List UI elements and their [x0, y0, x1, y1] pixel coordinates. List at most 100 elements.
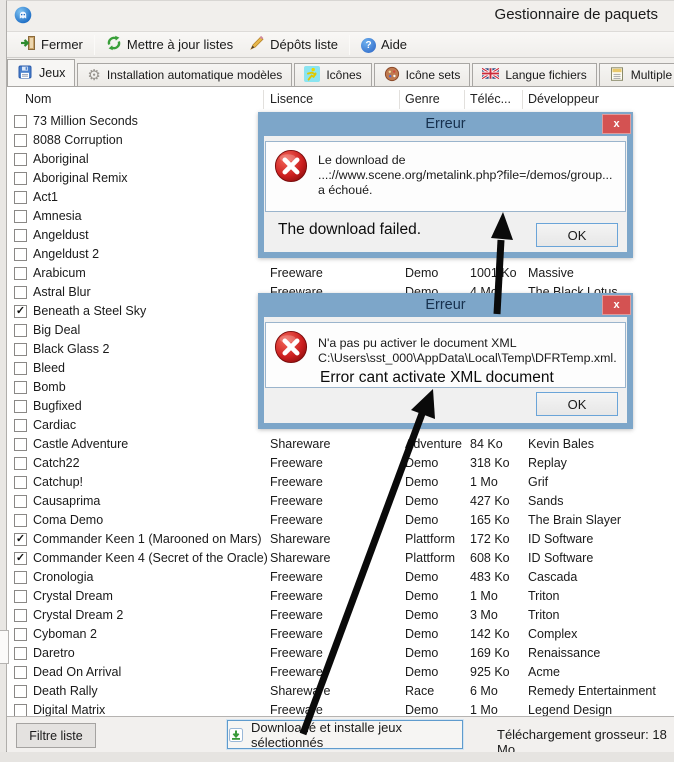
table-row[interactable]: Catchup! Freeware Demo 1 Mo Grif	[7, 473, 674, 492]
row-checkbox[interactable]	[14, 494, 27, 508]
row-checkbox[interactable]: ✓	[14, 532, 27, 546]
table-row[interactable]: Cronologia Freeware Demo 483 Ko Cascada	[7, 568, 674, 587]
row-checkbox[interactable]	[14, 646, 27, 660]
game-name: Commander Keen 4 (Secret of the Oracle)	[33, 551, 268, 565]
tab-ic-ne-sets[interactable]: Icône sets	[373, 63, 471, 86]
game-license: Freeware	[270, 266, 323, 280]
column-header-genre[interactable]: Genre	[405, 92, 440, 106]
header-separator	[464, 90, 465, 109]
toolbar-button-aide[interactable]: ? Aide	[353, 34, 415, 55]
game-name: Arabicum	[33, 266, 86, 280]
row-checkbox[interactable]	[14, 171, 27, 185]
row-checkbox[interactable]	[14, 114, 27, 128]
header-separator	[399, 90, 400, 109]
row-checkbox[interactable]	[14, 608, 27, 622]
row-checkbox[interactable]	[14, 589, 27, 603]
row-checkbox[interactable]	[14, 266, 27, 280]
game-name: Crystal Dream 2	[33, 608, 124, 622]
row-checkbox[interactable]	[14, 380, 27, 394]
dialog-titlebar[interactable]: Erreur	[264, 112, 627, 136]
ok-button[interactable]: OK	[536, 392, 618, 416]
tab-jeux[interactable]: Jeux	[7, 59, 76, 86]
toolbar-button-fermer[interactable]: Fermer	[12, 33, 91, 56]
close-icon[interactable]: x	[602, 295, 631, 315]
table-row[interactable]: Digital Matrix Freeware Demo 1 Mo Legend Des…	[7, 701, 674, 716]
table-row[interactable]: Castle Adventure Shareware Adventure 84 Ko K…	[7, 435, 674, 454]
game-developer: Cascada	[528, 570, 578, 584]
game-license: Freeware	[270, 570, 323, 584]
toolbar-separator	[349, 34, 351, 55]
column-header-lisence[interactable]: Lisence	[270, 92, 313, 106]
table-row[interactable]: Causaprima Freeware Demo 427 Ko Sands	[7, 492, 674, 511]
table-row[interactable]: Coma Demo Freeware Demo 165 Ko The Brain Sla…	[7, 511, 674, 530]
column-header-telechargement[interactable]: Téléc...	[470, 92, 511, 106]
row-checkbox[interactable]: ✓	[14, 551, 27, 565]
table-row[interactable]: Cyboman 2 Freeware Demo 142 Ko Complex	[7, 625, 674, 644]
tab-installation-automatique-mod-les[interactable]: ⚙ Installation automatique modèles	[77, 63, 293, 86]
game-developer: Grif	[528, 475, 549, 489]
row-checkbox[interactable]	[14, 209, 27, 223]
game-size: 6 Mo	[470, 684, 498, 698]
row-checkbox[interactable]	[14, 475, 27, 489]
game-name: Crystal Dream	[33, 589, 113, 603]
game-license: Shareware	[270, 437, 331, 451]
row-checkbox[interactable]	[14, 703, 27, 716]
row-checkbox[interactable]	[14, 342, 27, 356]
row-checkbox[interactable]	[14, 437, 27, 451]
row-checkbox[interactable]	[14, 323, 27, 337]
error-icon	[274, 149, 308, 183]
dialog-titlebar[interactable]: Erreur	[264, 293, 627, 317]
row-checkbox[interactable]	[14, 228, 27, 242]
row-checkbox[interactable]	[14, 399, 27, 413]
background-window-artifact	[0, 630, 9, 664]
table-row[interactable]: Arabicum Freeware Demo 1001 Ko Massive	[7, 264, 674, 283]
close-icon[interactable]: x	[602, 114, 631, 134]
download-install-button[interactable]: Downloadé et installe jeux sélectionnés	[226, 719, 464, 750]
toolbar-button-mettre-jour-listes[interactable]: Mettre à jour listes	[98, 33, 241, 56]
table-row[interactable]: ✓ Commander Keen 1 (Marooned on Mars) Shar…	[7, 530, 674, 549]
tab-langue-fichiers[interactable]: Langue fichiers	[472, 63, 597, 86]
uk-flag-icon	[481, 67, 501, 82]
row-checkbox[interactable]	[14, 133, 27, 147]
package-manager-window: Gestionnaire de paquets Fermer Mettre à j…	[0, 0, 674, 762]
game-genre: Demo	[405, 570, 439, 584]
row-checkbox[interactable]	[14, 418, 27, 432]
table-row[interactable]: Crystal Dream 2 Freeware Demo 3 Mo Triton	[7, 606, 674, 625]
translation-annotation: Error cant activate XML document	[320, 369, 554, 386]
row-checkbox[interactable]	[14, 247, 27, 261]
filter-list-button[interactable]: Filtre liste	[16, 723, 96, 748]
row-checkbox[interactable]	[14, 361, 27, 375]
game-size: 172 Ko	[470, 532, 510, 546]
table-row[interactable]: Catch22 Freeware Demo 318 Ko Replay	[7, 454, 674, 473]
tab-multiple-jeux-paqu[interactable]: Multiple jeux paqu	[598, 63, 674, 86]
row-checkbox[interactable]	[14, 456, 27, 470]
runner-icon	[304, 65, 321, 85]
table-row[interactable]: Daretro Freeware Demo 169 Ko Renaissance	[7, 644, 674, 663]
table-row[interactable]: Death Rally Shareware Race 6 Mo Remedy Enter…	[7, 682, 674, 701]
column-header-nom[interactable]: Nom	[25, 92, 51, 106]
row-checkbox[interactable]	[14, 665, 27, 679]
game-size: 427 Ko	[470, 494, 510, 508]
game-developer: Kevin Bales	[528, 437, 595, 451]
ok-button[interactable]: OK	[536, 223, 618, 247]
error-message: Le download de ...://www.scene.org/metal…	[318, 153, 613, 197]
table-row[interactable]: ✓ Commander Keen 4 (Secret of the Oracle)…	[7, 549, 674, 568]
table-row[interactable]: Crystal Dream Freeware Demo 1 Mo Triton	[7, 587, 674, 606]
error-icon	[274, 330, 308, 364]
row-checkbox[interactable]	[14, 570, 27, 584]
translation-annotation: The download failed.	[278, 221, 422, 238]
window-bottom-edge	[0, 752, 674, 762]
tab-ic-nes[interactable]: Icônes	[294, 63, 372, 86]
row-checkbox[interactable]	[14, 513, 27, 527]
window-titlebar[interactable]: Gestionnaire de paquets	[6, 0, 674, 30]
row-checkbox[interactable]	[14, 684, 27, 698]
toolbar-button-d-p-ts-liste[interactable]: Dépôts liste	[241, 33, 346, 56]
table-row[interactable]: Dead On Arrival Freeware Demo 925 Ko Acme	[7, 663, 674, 682]
row-checkbox[interactable]	[14, 190, 27, 204]
row-checkbox[interactable]	[14, 285, 27, 299]
row-checkbox[interactable]	[14, 627, 27, 641]
row-checkbox[interactable]	[14, 152, 27, 166]
row-checkbox[interactable]: ✓	[14, 304, 27, 318]
exit-door-icon	[20, 35, 36, 54]
column-header-developpeur[interactable]: Développeur	[528, 92, 599, 106]
